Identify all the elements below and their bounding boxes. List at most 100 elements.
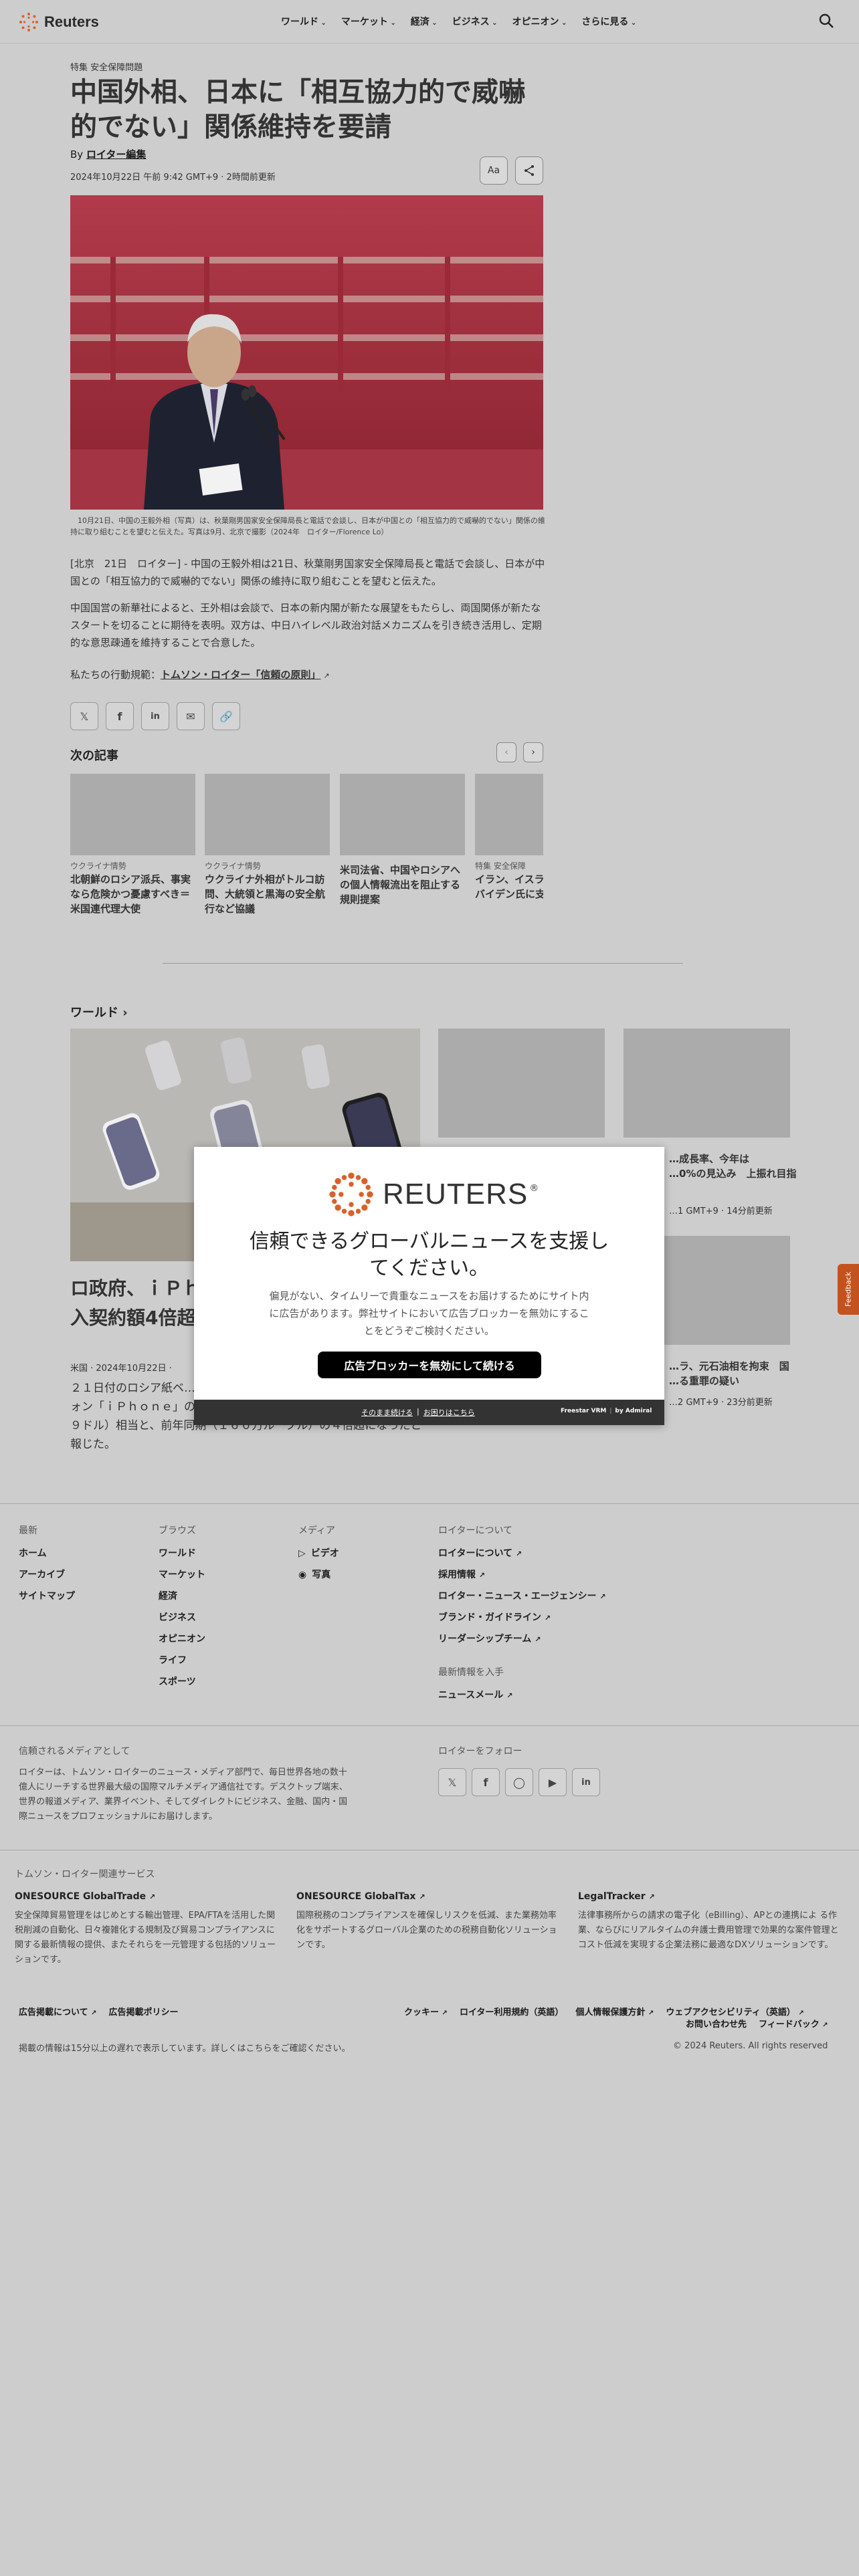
reuters-logo[interactable]: Reuters: [19, 12, 99, 32]
next-card-2-topic[interactable]: ウクライナ情勢: [205, 860, 261, 871]
article-topics[interactable]: 特集 安全保障問題: [70, 60, 142, 73]
share-email-button[interactable]: ✉: [177, 702, 205, 730]
nav-world[interactable]: ワールド: [281, 15, 326, 28]
next-card-3-title[interactable]: 米司法省、中国やロシアへの個人情報流出を阻止する規則提案: [340, 863, 466, 907]
external-link-icon: ↗: [544, 1614, 551, 1622]
next-card-4-image[interactable]: [475, 774, 543, 855]
footer-link-cookies[interactable]: クッキー ↗: [404, 2005, 448, 2018]
footer-link-newsletter-label: ニュースメール: [438, 1690, 504, 1701]
follow-linkedin-button[interactable]: in: [572, 1768, 600, 1796]
article-title-line-1: 中国外相、日本に「相互協力的で威嚇: [70, 77, 525, 108]
continue-without-disabling-link[interactable]: そのまま続ける: [361, 1407, 413, 1418]
follow-facebook-button[interactable]: f: [472, 1768, 500, 1796]
footer-trusted-body: ロイターは、トムソン・ロイターのニュース・メディア部門で、毎日世界各地の数十億人…: [19, 1767, 348, 1822]
service-globaltax-link[interactable]: ONESOURCE GlobalTax ↗: [296, 1891, 425, 1902]
share-linkedin-button[interactable]: in: [141, 702, 169, 730]
external-link-icon: ↗: [442, 2010, 448, 2017]
share-button[interactable]: [515, 156, 543, 185]
footer-media-heading: メディア: [298, 1525, 336, 1536]
world-card-3-title[interactable]: …ラ、元石油相を拘束 国 …る重罪の疑い: [669, 1359, 836, 1388]
logo-text: Reuters: [44, 13, 99, 30]
follow-x-button[interactable]: 𝕏: [438, 1768, 466, 1796]
share-facebook-button[interactable]: f: [106, 702, 134, 730]
footer-link-photo[interactable]: ◉ 写真: [298, 1568, 330, 1581]
nav-more[interactable]: さらに見る: [581, 15, 636, 28]
next-card-4[interactable]: 特集 安全保障 イラン、イスラエル攻撃をバイデン氏に支持と非難: [475, 774, 543, 928]
footer-link-life[interactable]: ライフ: [159, 1653, 187, 1667]
next-card-4-topic[interactable]: 特集 安全保障: [475, 860, 526, 871]
feedback-tab[interactable]: Feedback: [838, 1264, 859, 1315]
footer-link-terms[interactable]: ロイター利用規約（英語）: [460, 2005, 563, 2018]
footer-link-sports[interactable]: スポーツ: [159, 1675, 196, 1688]
footer-link-archive[interactable]: アーカイブ: [19, 1568, 65, 1581]
footer-link-about[interactable]: ロイターについて ↗: [438, 1546, 522, 1560]
footer-contact-links: お問い合わせ先 フィードバック ↗: [686, 2017, 828, 2030]
byline-author[interactable]: ロイター編集: [86, 148, 146, 160]
follow-instagram-button[interactable]: ◯: [505, 1768, 533, 1796]
footer-link-opinion[interactable]: オピニオン: [159, 1632, 205, 1645]
footer-link-ad-policy[interactable]: 広告掲載ポリシー: [109, 2005, 179, 2018]
footer-link-leadership[interactable]: リーダーシップチーム ↗: [438, 1632, 541, 1645]
modal-powered-by: Freestar VRM | by Admiral: [561, 1408, 652, 1414]
x-icon: 𝕏: [80, 710, 89, 723]
nav-business[interactable]: ビジネス: [452, 15, 498, 28]
world-heading-label: ワールド: [70, 1006, 118, 1020]
follow-youtube-button[interactable]: ▶: [539, 1768, 567, 1796]
footer-link-world[interactable]: ワールド: [159, 1546, 196, 1560]
world-lead-title[interactable]: ロ政府、ｉＰｈ 入契約額4倍超: [70, 1274, 201, 1333]
next-card-1-topic[interactable]: ウクライナ情勢: [70, 860, 126, 871]
footer-link-brand[interactable]: ブランド・ガイドライン ↗: [438, 1610, 551, 1624]
footer-stay-heading: 最新情報を入手: [438, 1667, 504, 1678]
footer-services-heading: トムソン・ロイター関連サービス: [15, 1869, 155, 1880]
article-date: 2024年10月22日 午前 9:42 GMT+9 · 2時間前更新: [70, 173, 276, 183]
copy-link-button[interactable]: 🔗: [212, 702, 240, 730]
next-card-1-image[interactable]: [70, 774, 195, 855]
article-title-line-2: 的でない」関係維持を要請: [70, 112, 391, 142]
footer-disclaimer[interactable]: 掲載の情報は15分以上の遅れで表示しています。詳しくはこちらをご確認ください。: [19, 2041, 350, 2054]
next-card-2-image[interactable]: [205, 774, 330, 855]
footer-link-news-agency[interactable]: ロイター・ニュース・エージェンシー ↗: [438, 1589, 606, 1602]
footer-link-advertise[interactable]: 広告掲載について ↗: [19, 2005, 97, 2018]
footer-link-business[interactable]: ビジネス: [159, 1610, 196, 1624]
chevron-right-icon: ›: [122, 1006, 128, 1020]
nav-economy[interactable]: 経済: [411, 15, 438, 28]
world-heading[interactable]: ワールド ›: [70, 1003, 128, 1021]
nav-opinion[interactable]: オピニオン: [512, 15, 567, 28]
hero-photo: [70, 195, 543, 510]
footer-link-sitemap[interactable]: サイトマップ: [19, 1589, 75, 1602]
footer-link-economy[interactable]: 経済: [159, 1589, 177, 1602]
carousel-next-button[interactable]: ›: [523, 742, 543, 762]
share-x-button[interactable]: 𝕏: [70, 702, 98, 730]
footer-link-markets[interactable]: マーケット: [159, 1568, 205, 1581]
search-button[interactable]: [818, 12, 836, 31]
footer-link-advertise-label: 広告掲載について: [19, 2008, 88, 2018]
trust-principles-link[interactable]: トムソン・ロイター「信頼の原則」: [161, 669, 320, 681]
footer-link-accessibility[interactable]: ウェブアクセシビリティ（英語） ↗: [666, 2005, 804, 2018]
footer-link-home[interactable]: ホーム: [19, 1546, 47, 1560]
footer-link-video[interactable]: ▷ ビデオ: [298, 1546, 339, 1560]
service-globaltrade-link[interactable]: ONESOURCE GlobalTrade ↗: [15, 1891, 155, 1902]
footer-link-newsletter[interactable]: ニュースメール ↗: [438, 1688, 512, 1701]
carousel-prev-button[interactable]: ‹: [496, 742, 516, 762]
disable-adblock-button[interactable]: 広告ブロッカーを無効にして続ける: [318, 1352, 541, 1378]
font-size-button[interactable]: Aa: [480, 156, 508, 185]
footer-link-privacy[interactable]: 個人情報保護方針 ↗: [575, 2005, 654, 2018]
service-legaltracker-link[interactable]: LegalTracker ↗: [578, 1891, 655, 1902]
byline: By ロイター編集: [70, 147, 146, 161]
world-card-2-title[interactable]: …成長率、今年は …0%の見込み 上振れ目指: [669, 1152, 836, 1181]
next-card-4-title[interactable]: イラン、イスラエル攻撃をバイデン氏に支持と非難: [475, 872, 543, 901]
footer-link-careers[interactable]: 採用情報 ↗: [438, 1568, 485, 1581]
footer-legal-links: クッキー ↗ ロイター利用規約（英語） 個人情報保護方針 ↗ ウェブアクセシビリ…: [404, 2005, 804, 2018]
service-globaltax-name: ONESOURCE GlobalTax: [296, 1891, 416, 1902]
world-lead-title-2: 入契約額4倍超: [70, 1307, 196, 1329]
external-link-icon: ↗: [149, 1893, 156, 1901]
nav-markets[interactable]: マーケット: [341, 15, 396, 28]
next-card-2-title[interactable]: ウクライナ外相がトルコ訪問、大統領と黒海の安全航行など協議: [205, 872, 330, 916]
next-card-1-title[interactable]: 北朝鮮のロシア派兵、事実なら危険かつ憂慮すべき＝米国連代理大使: [70, 872, 196, 916]
modal-help-link[interactable]: お困りはこちら: [423, 1407, 475, 1418]
world-card-2-image[interactable]: [624, 1029, 790, 1138]
next-card-3-image[interactable]: [340, 774, 465, 855]
world-card-1-image[interactable]: [438, 1029, 605, 1138]
footer-link-contact[interactable]: お問い合わせ先: [686, 2017, 747, 2030]
footer-link-feedback[interactable]: フィードバック ↗: [759, 2017, 828, 2030]
